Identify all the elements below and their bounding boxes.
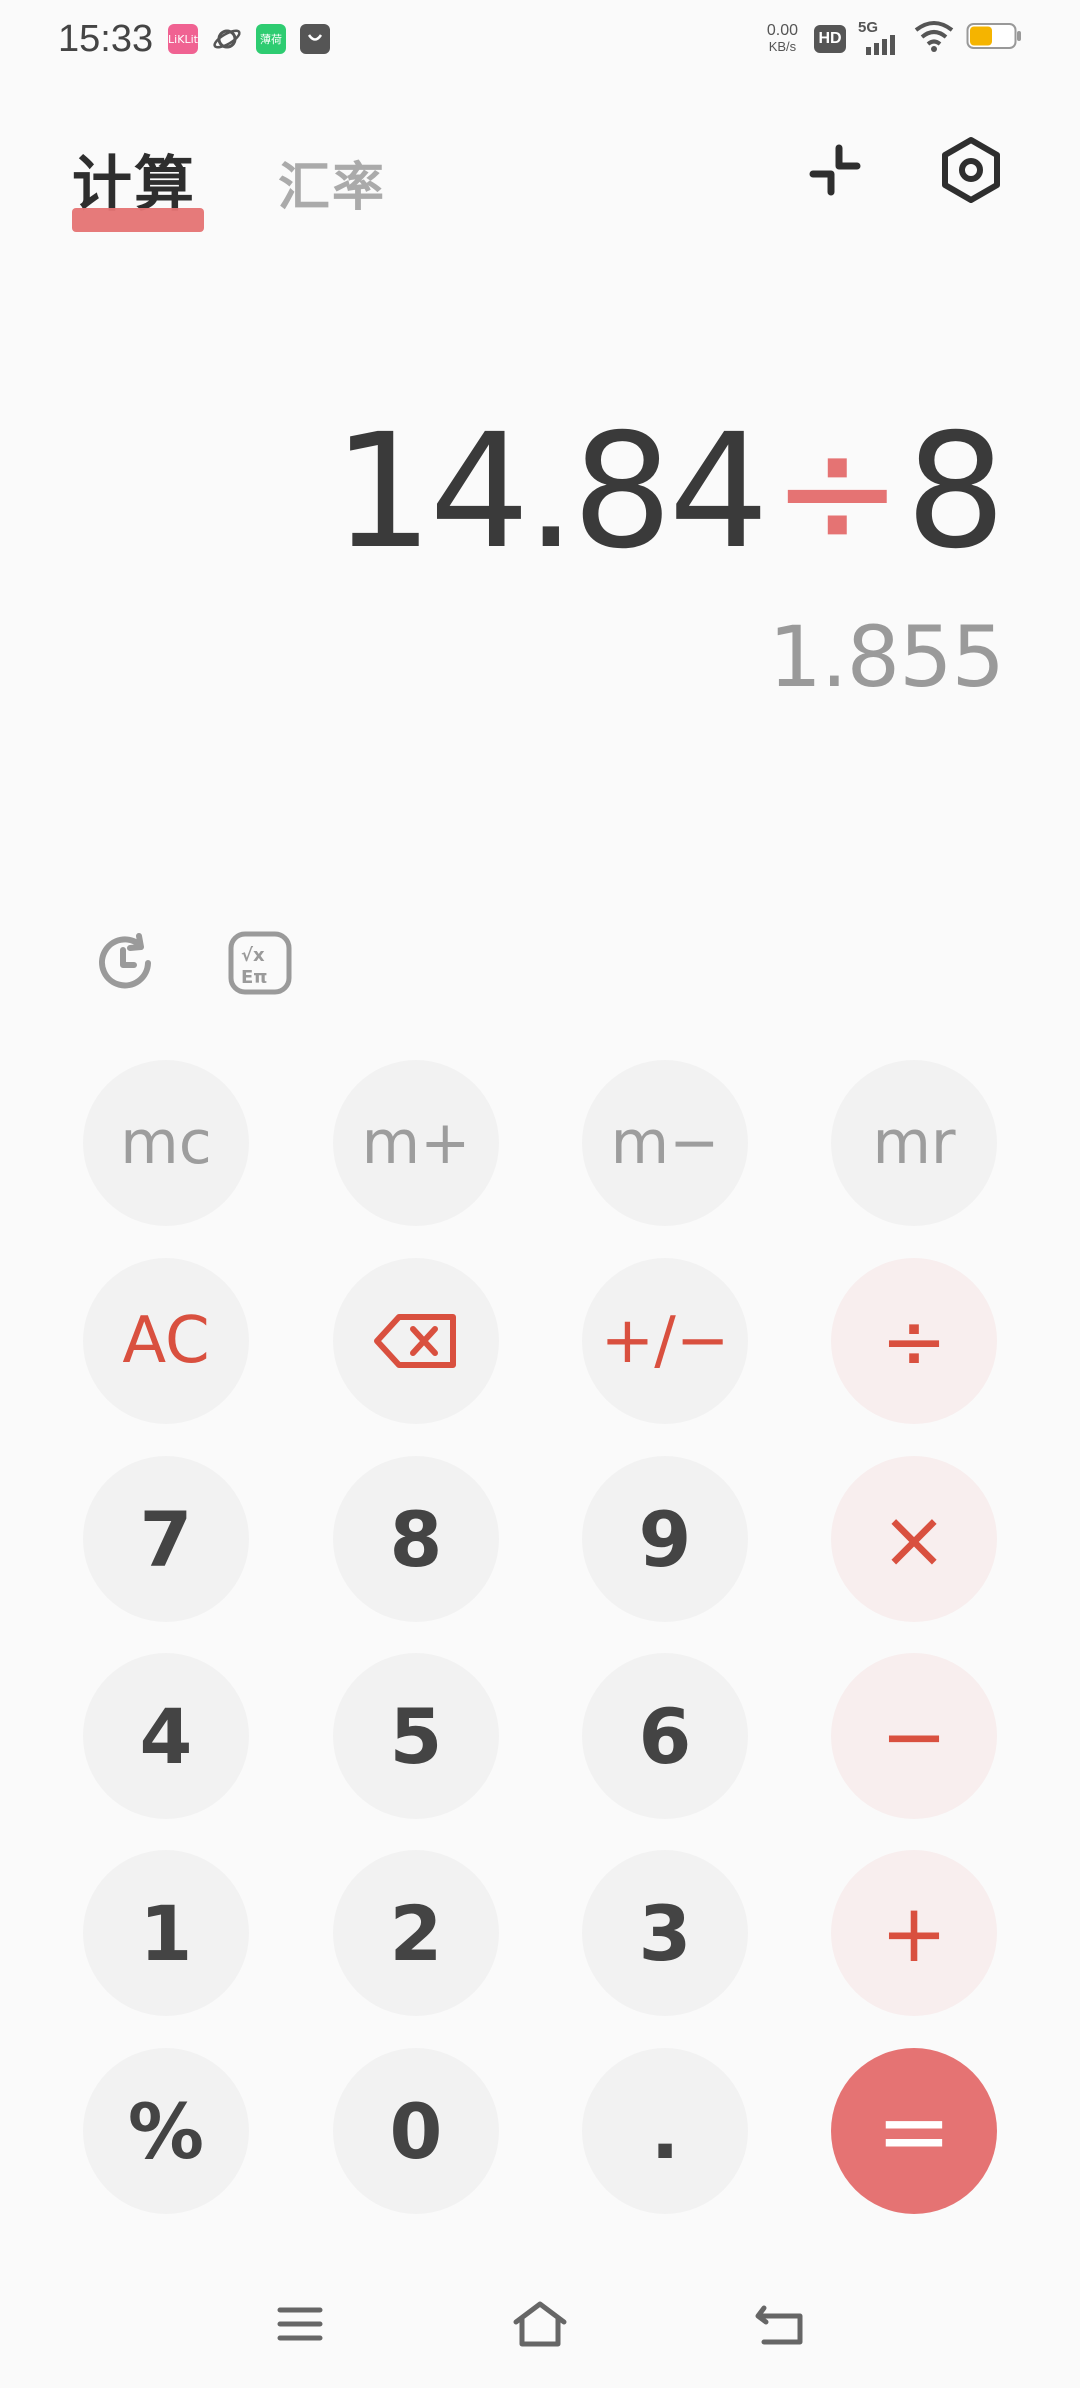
hd-badge: HD [814, 24, 846, 53]
shopping-bag-icon [300, 24, 330, 54]
key-backspace[interactable] [333, 1258, 499, 1424]
back-icon [755, 2305, 803, 2345]
key-memory-add[interactable]: m+ [333, 1060, 499, 1226]
menu-icon [277, 2307, 323, 2341]
key-toggle-sign[interactable]: +/− [582, 1258, 748, 1424]
operator-divide: ÷ [771, 400, 903, 584]
net-speed-value: 0.00 [766, 21, 798, 39]
key-7[interactable]: 7 [83, 1456, 249, 1622]
key-0[interactable]: 0 [333, 2048, 499, 2214]
key-8[interactable]: 8 [333, 1456, 499, 1622]
key-2[interactable]: 2 [333, 1850, 499, 2016]
key-3[interactable]: 3 [582, 1850, 748, 2016]
key-decimal[interactable]: . [582, 2048, 748, 2214]
key-5[interactable]: 5 [333, 1653, 499, 1819]
key-multiply[interactable]: × [831, 1456, 997, 1622]
key-divide[interactable]: ÷ [831, 1258, 997, 1424]
key-equals[interactable]: = [831, 2048, 997, 2214]
status-time: 15:33 [58, 18, 154, 60]
collapse-button[interactable] [795, 130, 875, 210]
history-icon [99, 933, 151, 989]
key-percent[interactable]: % [83, 2048, 249, 2214]
key-all-clear[interactable]: AC [83, 1258, 249, 1424]
svg-text:√x: √x [241, 945, 265, 966]
key-memory-subtract[interactable]: m− [582, 1060, 748, 1226]
key-4[interactable]: 4 [83, 1653, 249, 1819]
net-speed-unit: KB/s [768, 38, 797, 54]
key-9[interactable]: 9 [582, 1456, 748, 1622]
key-6[interactable]: 6 [582, 1653, 748, 1819]
planet-icon [212, 24, 242, 54]
settings-button[interactable] [931, 130, 1011, 210]
history-button[interactable] [92, 930, 158, 996]
tab-active-indicator [72, 208, 204, 232]
operand-2: 8 [905, 400, 1006, 584]
key-minus[interactable]: − [831, 1653, 997, 1819]
result-display: 1.855 [768, 608, 1005, 706]
home-icon [513, 2301, 567, 2347]
green-app-icon: 薄荷 [256, 24, 286, 54]
nav-menu-button[interactable] [260, 2294, 340, 2354]
nav-back-button[interactable] [740, 2294, 820, 2354]
nav-home-button[interactable] [500, 2294, 580, 2354]
expression-display: 14.84 ÷ 8 [332, 400, 1006, 584]
scientific-mode-button[interactable]: √x Eπ [227, 930, 293, 996]
pink-app-icon: LiKLit [168, 24, 198, 54]
collapse-arrows-icon [809, 144, 861, 196]
notification-icons: LiKLit 薄荷 [168, 24, 330, 54]
key-memory-clear[interactable]: mc [83, 1060, 249, 1226]
status-bar: 15:33 LiKLit 薄荷 0.00 KB/s HD 5G [0, 0, 1080, 84]
settings-hex-icon [942, 137, 1000, 203]
signal-5g-icon: 5G [858, 19, 902, 57]
net-speed: 0.00 KB/s [766, 21, 798, 55]
scientific-mode-icon: √x Eπ [228, 931, 292, 995]
key-memory-recall[interactable]: mr [831, 1060, 997, 1226]
operand-1: 14.84 [332, 400, 769, 584]
status-indicators: 0.00 KB/s HD 5G [766, 19, 1022, 57]
backspace-icon [374, 1314, 456, 1368]
key-plus[interactable]: + [831, 1850, 997, 2016]
tab-exchange-rate[interactable]: 汇率 [278, 145, 386, 220]
svg-text:Eπ: Eπ [241, 967, 268, 988]
key-1[interactable]: 1 [83, 1850, 249, 2016]
wifi-icon [914, 20, 954, 57]
battery-icon [966, 21, 1022, 56]
